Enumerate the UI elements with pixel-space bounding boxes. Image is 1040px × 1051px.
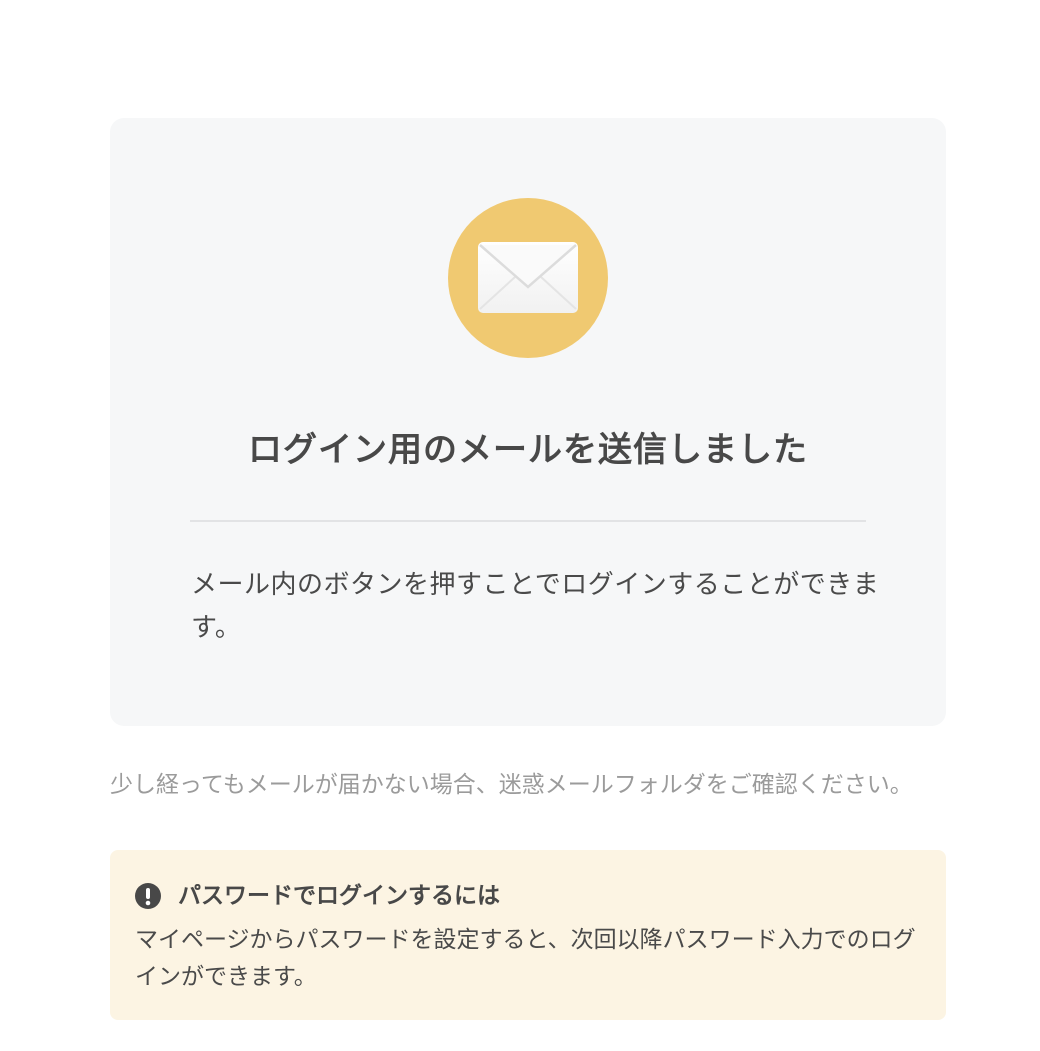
page-title: ログイン用のメールを送信しました [248,430,808,470]
divider [190,520,866,522]
card-message: メール内のボタンを押すことでログインすることができます。 [191,570,880,643]
mail-sent-card: ログイン用のメールを送信しました メール内のボタンを押すことでログインすることが… [110,118,946,726]
notice-message: マイページからパスワードを設定すると、次回以降パスワード入力でのログインができま… [135,927,916,990]
exclamation-circle-icon [135,883,161,909]
password-login-notice: パスワードでログインするには マイページからパスワードを設定すると、次回以降パス… [110,850,946,1020]
spam-folder-hint: 少し経ってもメールが届かない場合、迷惑メールフォルダをご確認ください。 [110,772,913,798]
page: ログイン用のメールを送信しました メール内のボタンを押すことでログインすることが… [0,0,1040,1051]
notice-header: パスワードでログインするには [134,878,500,914]
notice-title: パスワードでログインするには [178,883,500,909]
envelope-icon [448,198,608,358]
